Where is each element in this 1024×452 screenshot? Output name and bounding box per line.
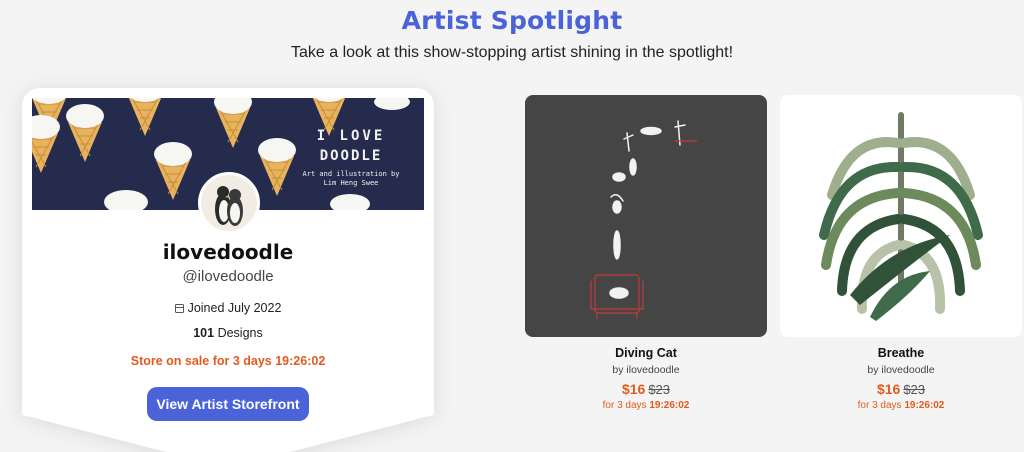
artist-card-wrapper: I LOVE DOODLE Art and illustration by Li… (22, 88, 434, 452)
countdown-prefix: for 3 days (602, 400, 647, 411)
product-card-breathe[interactable]: Breathe by ilovedoodle $16 $23 for 3 days… (780, 95, 1022, 411)
product-image-diving-cat[interactable] (525, 95, 767, 337)
product-card-diving-cat[interactable]: Diving Cat by ilovedoodle $16 $23 for 3 d… (525, 95, 767, 411)
breathe-ribcage-artwork (819, 112, 983, 321)
sale-price: $16 (876, 381, 901, 397)
designs-number: 101 (193, 326, 215, 340)
product-artist[interactable]: by ilovedoodle (780, 364, 1022, 376)
view-artist-storefront-button[interactable]: View Artist Storefront (147, 387, 309, 421)
calendar-icon (174, 304, 184, 313)
banner-line-2: DOODLE (319, 148, 383, 164)
banner-line-3: Art and illustration by Lim Heng Swee (302, 170, 400, 187)
section-subtitle: Take a look at this show-stopping artist… (290, 44, 734, 61)
product-name[interactable]: Diving Cat (525, 346, 767, 360)
product-price: $16 $23 (525, 381, 767, 397)
artist-card: I LOVE DOODLE Art and illustration by Li… (22, 88, 434, 452)
product-price: $16 $23 (780, 381, 1022, 397)
banner-text: I LOVE DOODLE Art and illustration by Li… (296, 128, 406, 188)
section-title: Artist Spotlight (401, 6, 623, 35)
original-price: $23 (903, 382, 926, 397)
sale-price: $16 (621, 381, 646, 397)
product-artist[interactable]: by ilovedoodle (525, 364, 767, 376)
joined-date: Joined July 2022 (22, 301, 434, 315)
countdown-timer: 19:26:02 (904, 400, 945, 411)
countdown-prefix: for 3 days (857, 400, 902, 411)
artist-handle: @ilovedoodle (182, 268, 274, 285)
product-name[interactable]: Breathe (780, 346, 1022, 360)
designs-count: 101 Designs (22, 326, 434, 340)
penguin-avatar-icon (215, 186, 243, 226)
artist-avatar[interactable] (198, 172, 260, 234)
product-image-breathe[interactable] (780, 95, 1022, 337)
countdown-timer: 19:26:02 (649, 400, 690, 411)
artist-name: ilovedoodle (162, 240, 294, 264)
sale-countdown: for 3 days 19:26:02 (525, 400, 767, 411)
banner-line-1: I LOVE (316, 128, 386, 144)
store-sale-notice: Store on sale for 3 days 19:26:02 (130, 354, 326, 368)
original-price: $23 (648, 382, 671, 397)
sale-countdown: for 3 days 19:26:02 (780, 400, 1022, 411)
joined-text: Joined July 2022 (187, 301, 282, 315)
diving-cat-artwork (590, 120, 697, 319)
designs-label: Designs (217, 326, 263, 340)
